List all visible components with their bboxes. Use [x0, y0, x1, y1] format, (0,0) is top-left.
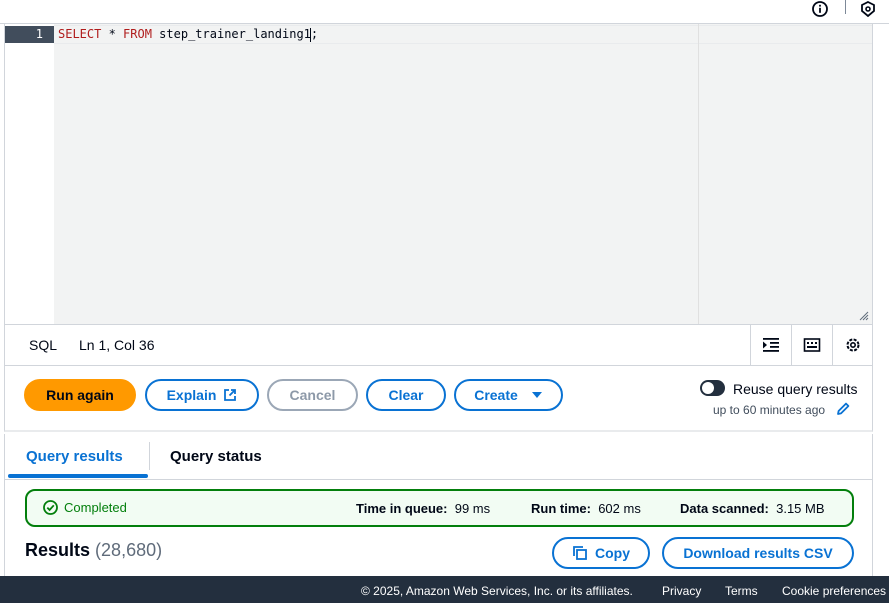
check-circle-icon: [43, 500, 58, 515]
results-heading: Results (28,680): [25, 540, 162, 561]
resize-grip-icon[interactable]: [859, 311, 869, 321]
reuse-results-toggle[interactable]: [700, 380, 725, 396]
run-again-label: Run again: [46, 387, 114, 403]
code-line[interactable]: SELECT * FROM step_trainer_landing1;: [58, 26, 318, 43]
run-time-value: 602 ms: [598, 501, 641, 516]
results-panel: Completed Time in queue: 99 ms Run time:…: [4, 480, 873, 576]
time-in-queue: Time in queue: 99 ms: [356, 501, 490, 516]
external-link-icon: [224, 389, 237, 401]
editor-status-bar: SQL Ln 1, Col 36: [4, 324, 873, 366]
reuse-results-label: Reuse query results: [733, 381, 858, 397]
top-divider: [845, 0, 846, 14]
info-icon[interactable]: [810, 0, 830, 18]
print-margin: [698, 24, 699, 324]
results-title: Results: [25, 540, 91, 560]
create-dropdown-button[interactable]: Create: [454, 379, 563, 411]
explain-label: Explain: [166, 387, 217, 403]
status-completed: Completed: [43, 500, 127, 515]
status-text: Completed: [64, 500, 127, 515]
line-number: 1: [35, 27, 43, 41]
copy-icon: [573, 546, 587, 560]
results-tabs: Query results Query status: [4, 434, 873, 480]
console-footer: © 2025, Amazon Web Services, Inc. or its…: [0, 576, 889, 603]
time-in-queue-label: Time in queue:: [356, 501, 448, 516]
edit-pencil-icon[interactable]: [835, 401, 851, 417]
caret-down-icon: [531, 392, 542, 398]
copyright-text: © 2025, Amazon Web Services, Inc. or its…: [361, 584, 633, 598]
cursor-position: Ln 1, Col 36: [79, 337, 155, 353]
code-mid: *: [101, 27, 124, 41]
keyword-from: FROM: [123, 27, 152, 41]
shield-settings-icon[interactable]: [858, 0, 878, 18]
gear-icon: [846, 338, 860, 352]
data-scanned-label: Data scanned:: [680, 501, 769, 516]
run-time-label: Run time:: [531, 501, 591, 516]
run-time: Run time: 602 ms: [531, 501, 641, 516]
run-again-button[interactable]: Run again: [24, 379, 136, 411]
copy-button[interactable]: Copy: [552, 537, 650, 569]
clear-button[interactable]: Clear: [366, 379, 446, 411]
indent-icon: [763, 338, 779, 352]
data-scanned: Data scanned: 3.15 MB: [680, 501, 825, 516]
privacy-link[interactable]: Privacy: [662, 584, 701, 598]
tab-query-status[interactable]: Query status: [170, 448, 262, 465]
top-strip: [0, 0, 889, 24]
editor-settings-button[interactable]: [832, 325, 873, 365]
tab-divider: [149, 442, 150, 470]
sql-editor[interactable]: 1 SELECT * FROM step_trainer_landing1;: [4, 24, 873, 324]
tab-query-results[interactable]: Query results: [26, 448, 123, 465]
text-cursor: [310, 27, 312, 42]
time-in-queue-value: 99 ms: [454, 501, 491, 516]
clear-label: Clear: [388, 387, 424, 403]
data-scanned-value: 3.15 MB: [776, 501, 825, 516]
results-count: (28,680): [95, 540, 163, 560]
query-status-alert: Completed Time in queue: 99 ms Run time:…: [25, 489, 854, 527]
copy-label: Copy: [595, 545, 630, 561]
reuse-results-duration: up to 60 minutes ago: [713, 403, 826, 417]
terms-link[interactable]: Terms: [725, 584, 758, 598]
cancel-label: Cancel: [289, 387, 336, 403]
explain-button[interactable]: Explain: [145, 379, 259, 411]
create-label: Create: [474, 387, 518, 403]
active-tab-indicator: [8, 474, 148, 478]
keyboard-icon: [803, 338, 821, 352]
keyword-select: SELECT: [58, 27, 102, 41]
download-label: Download results CSV: [683, 545, 833, 561]
query-actions-toolbar: Run again Explain Cancel Clear Create Re…: [4, 366, 873, 432]
keyboard-shortcuts-button[interactable]: [791, 325, 832, 365]
download-csv-button[interactable]: Download results CSV: [662, 537, 854, 569]
cancel-button[interactable]: Cancel: [267, 379, 358, 411]
editor-gutter: 1: [5, 24, 54, 324]
code-rest: step_trainer_landing1;: [151, 27, 319, 41]
cookie-preferences-link[interactable]: Cookie preferences: [782, 584, 886, 598]
format-query-button[interactable]: [750, 325, 791, 365]
language-label: SQL: [29, 337, 58, 353]
